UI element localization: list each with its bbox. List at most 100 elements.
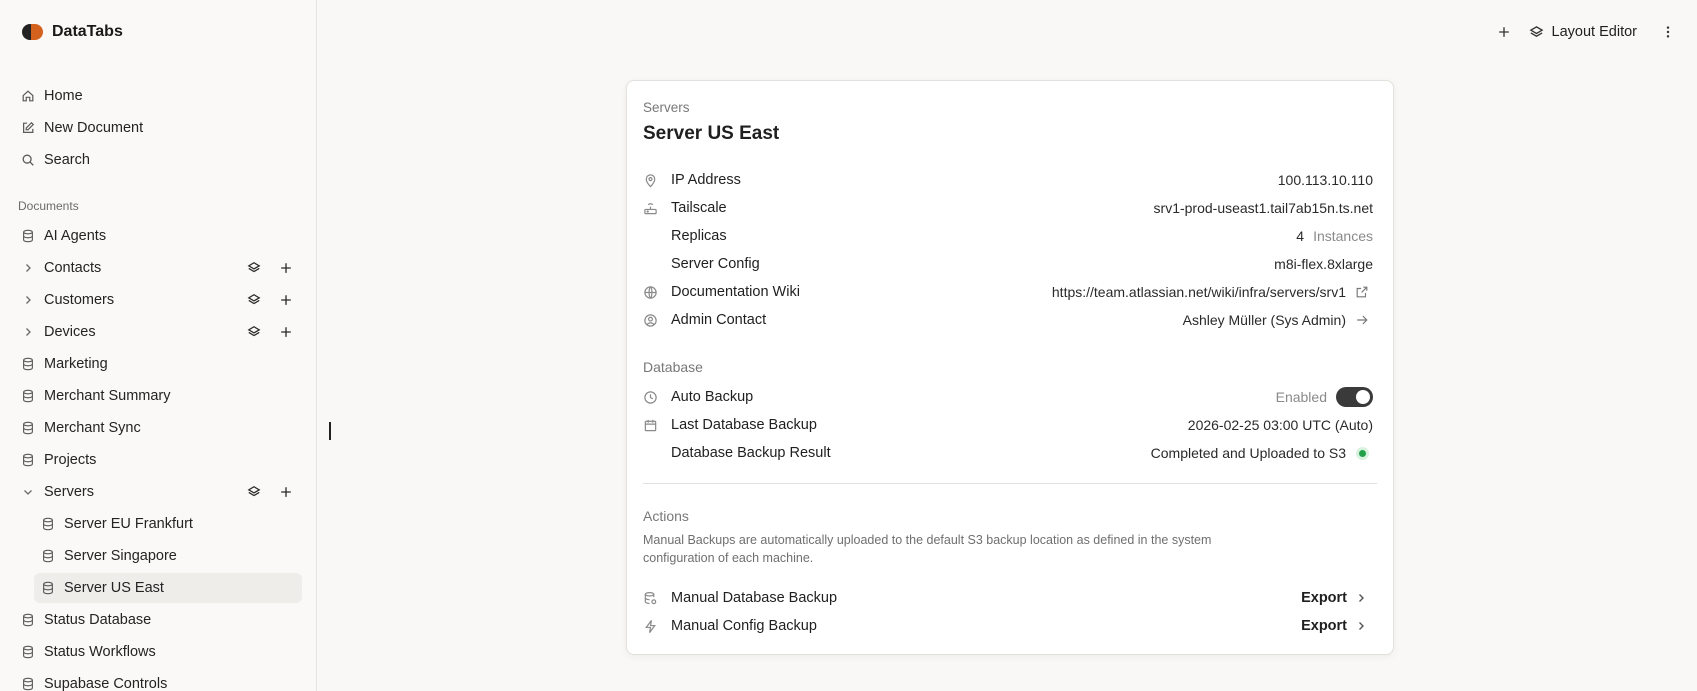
- sidebar-item-status-workflows[interactable]: Status Workflows: [14, 637, 302, 667]
- documentation-wiki-link[interactable]: https://team.atlassian.net/wiki/infra/se…: [1052, 284, 1346, 300]
- export-label: Export: [1301, 618, 1347, 634]
- plus-icon[interactable]: [279, 485, 293, 499]
- detail-label: Last Database Backup: [671, 417, 817, 433]
- sidebar-item-new-document[interactable]: New Document: [14, 113, 302, 143]
- sidebar-item-label: Projects: [44, 452, 97, 468]
- detail-label: Server Config: [671, 256, 760, 272]
- detail-row-last-database-backup: Last Database Backup 2026-02-25 03:00 UT…: [643, 411, 1373, 439]
- last-backup-value[interactable]: 2026-02-25 03:00 UTC (Auto): [1188, 417, 1373, 433]
- sidebar-item-server-singapore[interactable]: Server Singapore: [34, 541, 302, 571]
- detail-label: Tailscale: [671, 200, 727, 216]
- layers-icon[interactable]: [247, 485, 261, 499]
- server-detail-card: Servers Server US East IP Address 100.11…: [626, 80, 1394, 655]
- detail-label: Auto Backup: [671, 389, 754, 405]
- sidebar-item-customers[interactable]: Customers: [14, 285, 302, 315]
- detail-row-auto-backup: Auto Backup Enabled: [643, 383, 1373, 411]
- app-name: DataTabs: [52, 23, 123, 40]
- sidebar-item-label: Devices: [44, 324, 96, 340]
- database-icon: [41, 549, 55, 563]
- export-database-backup-button[interactable]: Export: [1301, 590, 1373, 606]
- chevron-right-icon[interactable]: [22, 326, 34, 338]
- layers-icon[interactable]: [247, 325, 261, 339]
- sidebar-item-server-eu-frankfurt[interactable]: Server EU Frankfurt: [34, 509, 302, 539]
- sidebar-item-projects[interactable]: Projects: [14, 445, 302, 475]
- detail-label: Documentation Wiki: [671, 284, 800, 300]
- sidebar-item-servers[interactable]: Servers: [14, 477, 302, 507]
- action-row-manual-config-backup: Manual Config Backup Export: [643, 612, 1373, 640]
- action-row-manual-database-backup: Manual Database Backup Export: [643, 584, 1373, 612]
- sidebar-item-label: Server EU Frankfurt: [64, 516, 193, 532]
- plus-icon[interactable]: [279, 261, 293, 275]
- sidebar-item-label: Supabase Controls: [44, 676, 168, 691]
- bolt-icon: [643, 619, 658, 634]
- more-vertical-icon[interactable]: [1661, 25, 1675, 39]
- layers-icon[interactable]: [247, 261, 261, 275]
- replicas-value[interactable]: 4: [1296, 228, 1304, 244]
- globe-icon: [643, 285, 658, 300]
- detail-label: Replicas: [671, 228, 727, 244]
- actions-section-heading: Actions: [643, 508, 689, 524]
- database-settings-icon: [643, 591, 658, 606]
- sidebar: DataTabs Home New Document Search Docume…: [0, 0, 317, 691]
- sidebar-item-home[interactable]: Home: [14, 81, 302, 111]
- server-config-value[interactable]: m8i-flex.8xlarge: [1274, 256, 1373, 272]
- external-link-icon[interactable]: [1355, 285, 1369, 299]
- database-icon: [21, 421, 35, 435]
- chevron-down-icon[interactable]: [22, 486, 34, 498]
- export-config-backup-button[interactable]: Export: [1301, 618, 1373, 634]
- detail-row-ip-address: IP Address 100.113.10.110: [643, 166, 1373, 194]
- sidebar-item-supabase-controls[interactable]: Supabase Controls: [14, 669, 302, 691]
- chevron-right-icon: [1355, 592, 1367, 604]
- database-icon: [21, 453, 35, 467]
- tailscale-value[interactable]: srv1-prod-useast1.tail7ab15n.ts.net: [1154, 200, 1373, 216]
- sidebar-item-ai-agents[interactable]: AI Agents: [14, 221, 302, 251]
- layers-icon[interactable]: [247, 293, 261, 307]
- database-icon: [21, 357, 35, 371]
- sidebar-item-label: Home: [44, 88, 83, 104]
- layers-icon: [1529, 25, 1544, 40]
- sidebar-item-label: Contacts: [44, 260, 102, 276]
- sidebar-item-merchant-summary[interactable]: Merchant Summary: [14, 381, 302, 411]
- search-icon: [21, 153, 35, 167]
- auto-backup-toggle[interactable]: [1336, 387, 1373, 407]
- layout-editor-button[interactable]: Layout Editor: [1529, 24, 1637, 40]
- sidebar-item-label: Status Database: [44, 612, 152, 628]
- arrow-right-icon[interactable]: [1355, 313, 1369, 327]
- breadcrumb[interactable]: Servers: [643, 100, 690, 115]
- sidebar-item-label: Marketing: [44, 356, 108, 372]
- admin-contact-value[interactable]: Ashley Müller (Sys Admin): [1183, 312, 1346, 328]
- backup-result-value[interactable]: Completed and Uploaded to S3: [1151, 445, 1346, 461]
- home-icon: [21, 89, 35, 103]
- documents-section-label: Documents: [18, 199, 79, 213]
- clock-icon: [643, 390, 658, 405]
- chevron-right-icon[interactable]: [22, 294, 34, 306]
- divider: [643, 483, 1377, 484]
- plus-icon[interactable]: [279, 325, 293, 339]
- sidebar-item-label: New Document: [44, 120, 144, 136]
- database-icon: [41, 581, 55, 595]
- detail-row-server-config: Server Config m8i-flex.8xlarge: [643, 250, 1373, 278]
- plus-icon[interactable]: [279, 293, 293, 307]
- detail-row-admin-contact: Admin Contact Ashley Müller (Sys Admin): [643, 306, 1373, 334]
- topbar: Layout Editor: [1497, 18, 1675, 46]
- detail-row-documentation-wiki: Documentation Wiki https://team.atlassia…: [643, 278, 1373, 306]
- sidebar-item-contacts[interactable]: Contacts: [14, 253, 302, 283]
- detail-label: Admin Contact: [671, 312, 767, 328]
- sidebar-item-label: Search: [44, 152, 90, 168]
- location-pin-icon: [643, 173, 658, 188]
- action-label: Manual Database Backup: [671, 590, 838, 606]
- user-circle-icon: [643, 313, 658, 328]
- page-title: Server US East: [643, 123, 780, 144]
- add-plus-icon[interactable]: [1497, 25, 1511, 39]
- app-logo[interactable]: DataTabs: [22, 20, 123, 44]
- database-icon: [21, 677, 35, 691]
- sidebar-item-merchant-sync[interactable]: Merchant Sync: [14, 413, 302, 443]
- chevron-right-icon[interactable]: [22, 262, 34, 274]
- sidebar-item-marketing[interactable]: Marketing: [14, 349, 302, 379]
- sidebar-item-devices[interactable]: Devices: [14, 317, 302, 347]
- sidebar-item-search[interactable]: Search: [14, 145, 302, 175]
- sidebar-item-status-database[interactable]: Status Database: [14, 605, 302, 635]
- database-icon: [21, 389, 35, 403]
- sidebar-item-server-us-east[interactable]: Server US East: [34, 573, 302, 603]
- ip-address-value[interactable]: 100.113.10.110: [1278, 172, 1373, 188]
